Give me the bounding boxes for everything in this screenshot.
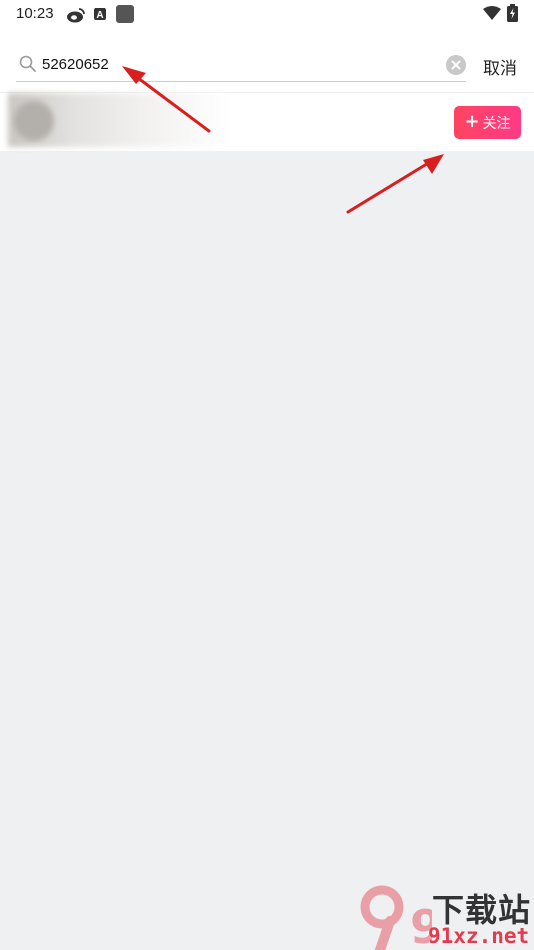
weibo-icon bbox=[67, 8, 85, 23]
avatar bbox=[14, 101, 54, 141]
watermark-domain: 91xz.net bbox=[428, 924, 530, 948]
search-box[interactable] bbox=[16, 50, 466, 82]
app-square-icon bbox=[116, 5, 134, 23]
watermark-logo: 91 bbox=[360, 885, 432, 950]
clear-search-button[interactable] bbox=[446, 55, 466, 75]
search-header: 取消 bbox=[0, 30, 534, 93]
search-icon bbox=[18, 54, 38, 74]
user-result-row[interactable]: + 关注 bbox=[0, 93, 534, 151]
watermark: 91 下载站 91xz.net bbox=[360, 885, 534, 950]
plus-icon: + bbox=[464, 110, 480, 132]
follow-button-label: 关注 bbox=[482, 115, 511, 132]
search-input[interactable] bbox=[42, 52, 422, 76]
svg-text:A: A bbox=[96, 10, 103, 20]
status-bar: 10:23 A bbox=[0, 0, 534, 30]
a-notification-icon: A bbox=[94, 8, 106, 20]
battery-charging-icon bbox=[507, 4, 518, 22]
blurred-user-info bbox=[8, 93, 228, 147]
follow-button[interactable]: + 关注 bbox=[454, 106, 521, 139]
status-time: 10:23 bbox=[16, 5, 54, 22]
clear-circle-icon bbox=[451, 60, 461, 70]
arrow-to-follow-button bbox=[346, 154, 444, 214]
wifi-icon bbox=[483, 6, 501, 20]
cancel-button[interactable]: 取消 bbox=[483, 54, 517, 79]
